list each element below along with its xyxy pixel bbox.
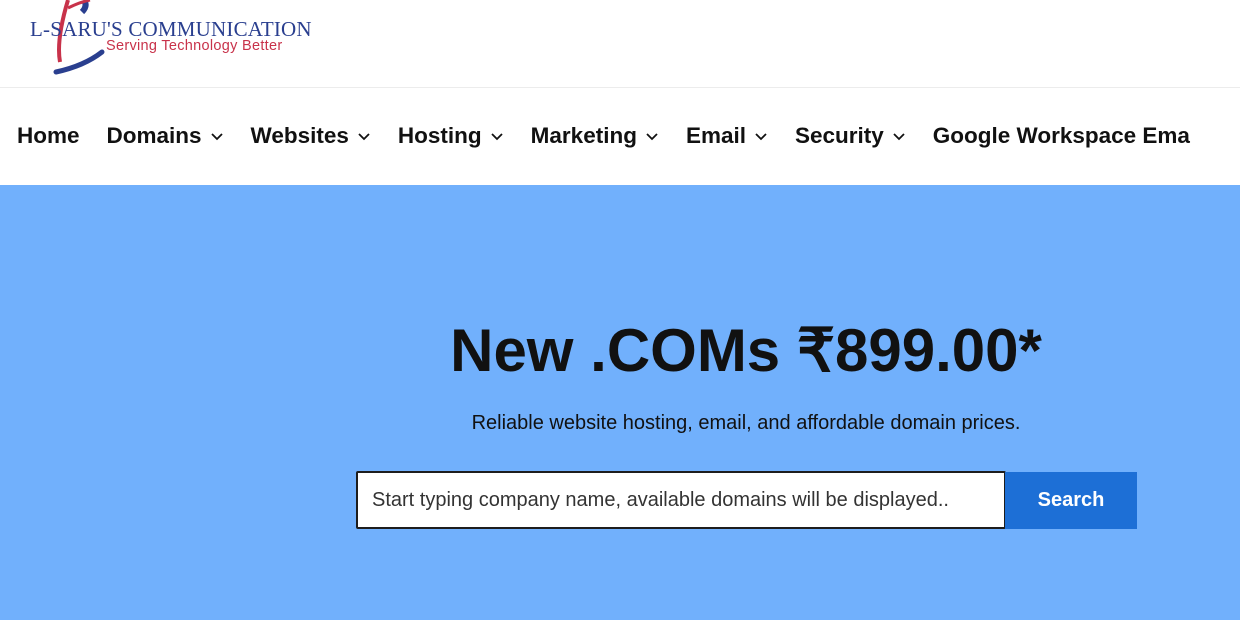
hero-title: New .COMs ₹899.00* (450, 317, 1042, 384)
chevron-down-icon (210, 129, 224, 143)
domain-search-box (356, 471, 1006, 529)
brand-logo[interactable]: L-SARU'S COMMUNICATION Serving Technolog… (28, 0, 328, 84)
nav-item-email[interactable]: Email (686, 123, 768, 149)
nav-item-label: Home (17, 123, 80, 148)
nav-item-domains[interactable]: Domains (107, 123, 224, 149)
chevron-down-icon (357, 129, 371, 143)
chevron-down-icon (645, 129, 659, 143)
nav-item-label: Security (794, 123, 884, 148)
site-header: L-SARU'S COMMUNICATION Serving Technolog… (0, 0, 1240, 88)
nav-item-label: Marketing (530, 123, 637, 148)
domain-search-input[interactable] (358, 473, 1004, 527)
main-nav: Home Domains Websites Hosting Marketing … (0, 89, 1240, 185)
nav-item-hosting[interactable]: Hosting (398, 123, 504, 149)
chevron-down-icon (490, 129, 504, 143)
nav-item-security[interactable]: Security (795, 123, 906, 149)
search-button[interactable]: Search (1005, 472, 1137, 529)
nav-item-label: Hosting (397, 123, 482, 148)
nav-item-websites[interactable]: Websites (251, 123, 371, 149)
nav-item-marketing[interactable]: Marketing (531, 123, 659, 149)
nav-item-home[interactable]: Home (17, 123, 80, 149)
nav-item-label: Email (685, 123, 746, 148)
nav-item-label: Google Workspace Ema (932, 123, 1190, 148)
nav-list: Home Domains Websites Hosting Marketing … (17, 123, 1217, 149)
nav-item-label: Domains (106, 123, 202, 148)
nav-item-label: Websites (250, 123, 349, 148)
hero-section: New .COMs ₹899.00* Reliable website host… (0, 185, 1240, 620)
chevron-down-icon (754, 129, 768, 143)
chevron-down-icon (892, 129, 906, 143)
brand-tagline: Serving Technology Better (106, 38, 283, 54)
nav-item-google-workspace-email[interactable]: Google Workspace Ema (933, 123, 1190, 149)
hero-subtitle: Reliable website hosting, email, and aff… (471, 412, 1021, 434)
